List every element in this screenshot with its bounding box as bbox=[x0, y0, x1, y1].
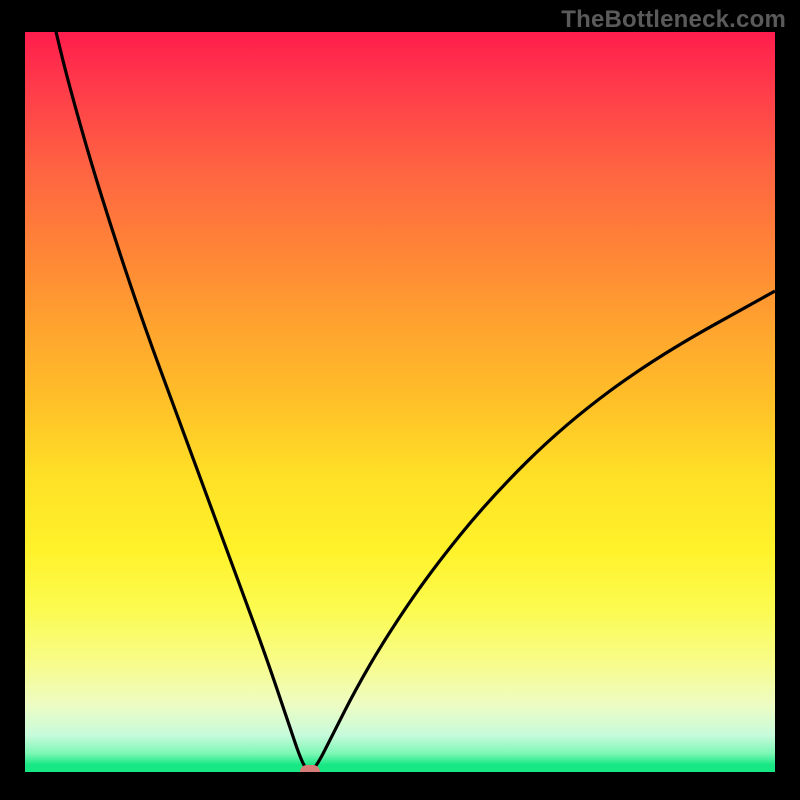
optimal-point-marker bbox=[300, 765, 320, 772]
chart-frame: TheBottleneck.com bbox=[0, 0, 800, 800]
watermark-text: TheBottleneck.com bbox=[561, 6, 786, 34]
curve-path bbox=[25, 32, 775, 770]
bottleneck-curve bbox=[25, 32, 775, 772]
plot-area bbox=[25, 32, 775, 772]
